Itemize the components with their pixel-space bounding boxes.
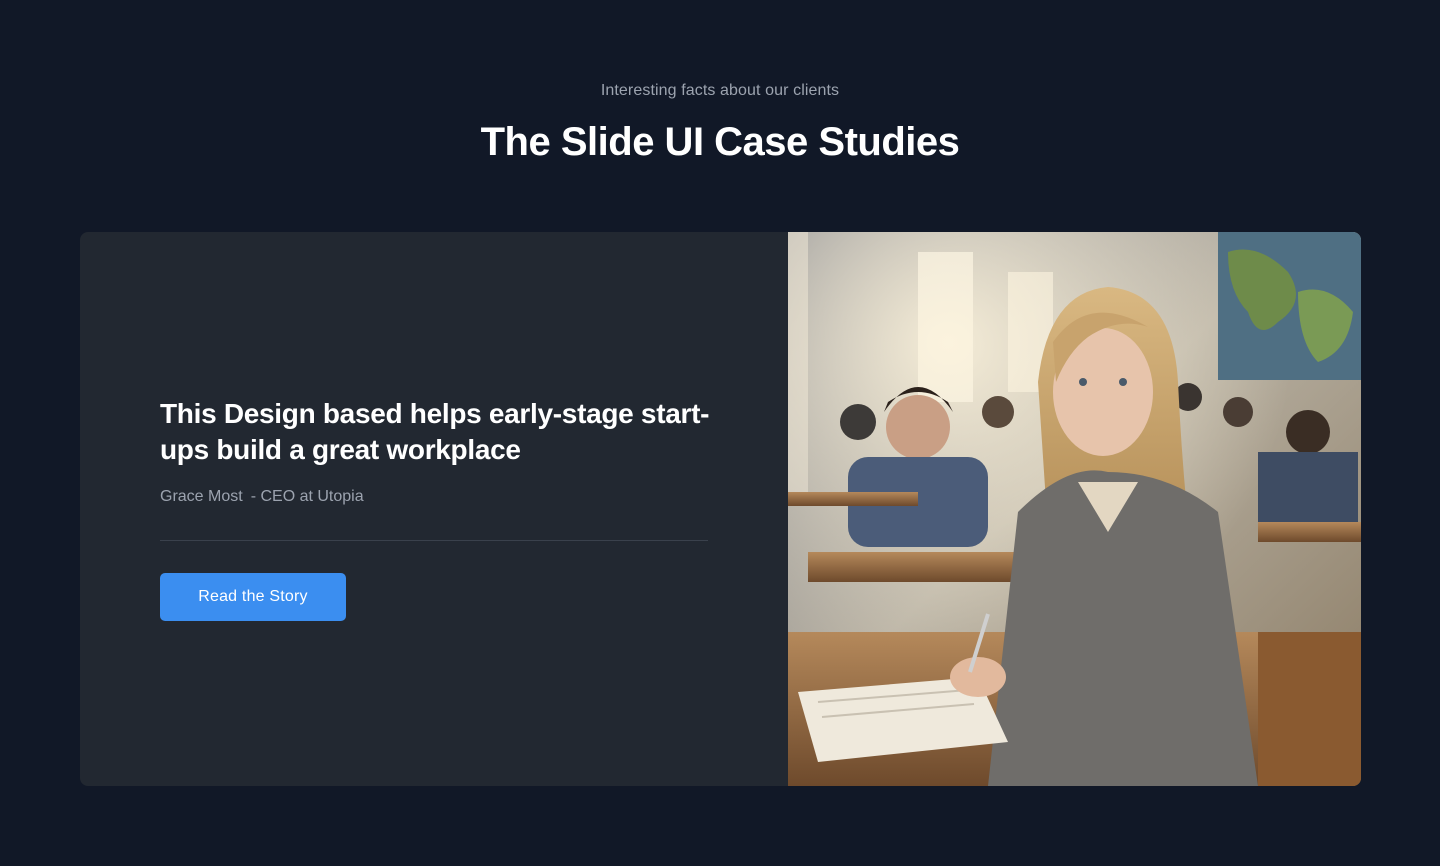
section-title: The Slide UI Case Studies	[480, 120, 960, 164]
author-line: Grace Most - CEO at Utopia	[160, 488, 364, 506]
card-content: This Design based helps early-stage star…	[80, 232, 788, 786]
section-eyebrow: Interesting facts about our clients	[600, 82, 840, 99]
author-name: Grace Most	[160, 488, 243, 505]
page: Interesting facts about our clients The …	[0, 0, 1440, 866]
classroom-photo-icon	[788, 232, 1361, 786]
author-role: - CEO at Utopia	[250, 488, 364, 505]
case-study-card: This Design based helps early-stage star…	[80, 232, 1361, 786]
case-study-heading: This Design based helps early-stage star…	[160, 398, 710, 465]
classroom-photo	[788, 232, 1361, 786]
divider	[160, 540, 708, 541]
read-story-button[interactable]: Read the Story	[160, 573, 346, 621]
